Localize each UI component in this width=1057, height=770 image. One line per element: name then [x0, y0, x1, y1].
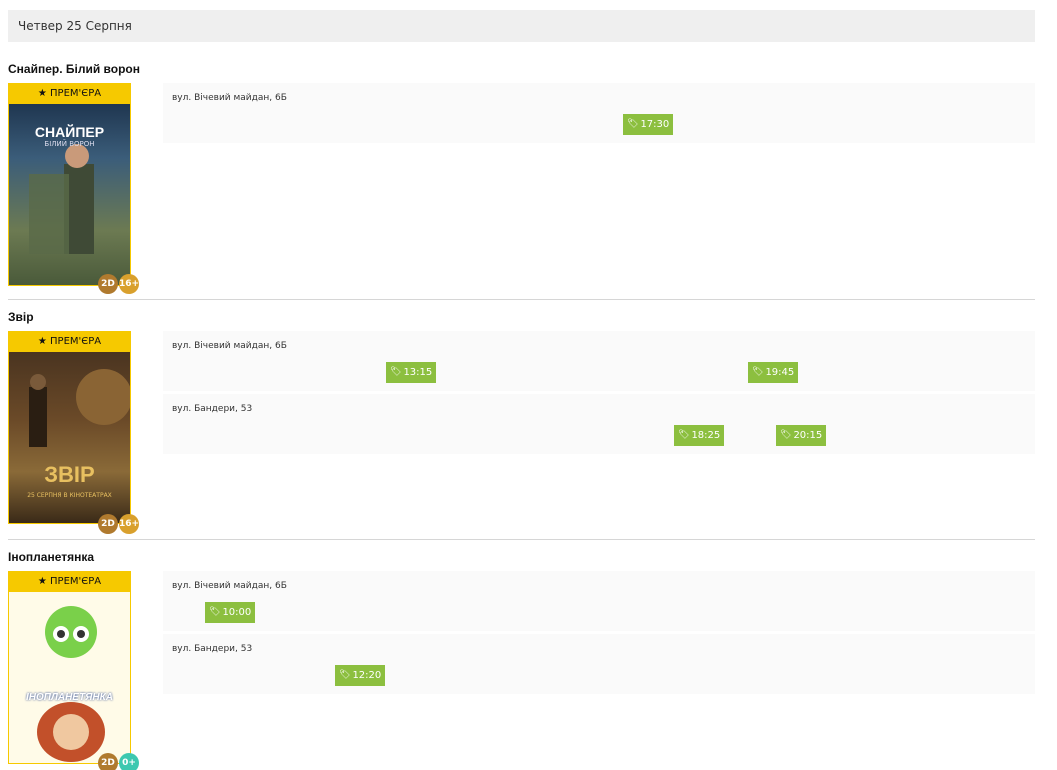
poster[interactable]: ★ ПРЕМ'ЄРА ЗВІР 25 СЕРПНЯ В КІНОТЕАТРАХ … — [8, 331, 139, 534]
poster-image[interactable]: СНАЙПЕР БІЛИЙ ВОРОН — [8, 104, 131, 286]
movie-title[interactable]: Інопланетянка — [8, 550, 94, 564]
showtime-button[interactable]: 🏷 20:15 — [776, 425, 827, 446]
ticket-icon: 🏷 — [390, 367, 402, 377]
movie-card: Інопланетянка ★ ПРЕМ'ЄРА ІНОПЛАНЕТЯНКА 2… — [8, 550, 1035, 770]
ticket-icon: 🏷 — [339, 670, 351, 680]
venues-list: вул. Вічевий майдан, 6Б 🏷 17:30 — [163, 83, 1035, 146]
format-badge: 2D — [98, 753, 118, 770]
poster-art — [37, 606, 105, 762]
poster-title: ІНОПЛАНЕТЯНКА — [26, 692, 113, 703]
ticket-icon: 🏷 — [678, 430, 690, 440]
movie-title[interactable]: Снайпер. Білий ворон — [8, 62, 140, 76]
venue-row: вул. Бандери, 53 🏷 12:20 — [163, 634, 1035, 694]
showtime-button[interactable]: 🏷 12:20 — [335, 665, 386, 686]
poster-image[interactable]: ЗВІР 25 СЕРПНЯ В КІНОТЕАТРАХ — [8, 352, 131, 524]
divider — [8, 299, 1035, 300]
movie-card: Снайпер. Білий ворон ★ ПРЕМ'ЄРА СНАЙПЕР … — [8, 62, 1035, 297]
age-badge: 0+ — [119, 753, 139, 770]
age-badge: 16+ — [119, 274, 139, 294]
showtime-button[interactable]: 🏷 10:00 — [205, 602, 256, 623]
date-header: Четвер 25 Серпня — [8, 10, 1035, 42]
premiere-label: ★ ПРЕМ'ЄРА — [8, 571, 131, 592]
venue-row: вул. Вічевий майдан, 6Б 🏷 10:00 — [163, 571, 1035, 631]
venues-list: вул. Вічевий майдан, 6Б 🏷 13:15 🏷 19:45 ву… — [163, 331, 1035, 457]
format-badge: 2D — [98, 274, 118, 294]
poster[interactable]: ★ ПРЕМ'ЄРА СНАЙПЕР БІЛИЙ ВОРОН 2D 16+ — [8, 83, 139, 294]
premiere-label: ★ ПРЕМ'ЄРА — [8, 331, 131, 352]
movie-card: Звір ★ ПРЕМ'ЄРА ЗВІР 25 СЕРПНЯ В КІНОТЕА… — [8, 310, 1035, 535]
ticket-icon: 🏷 — [752, 367, 764, 377]
format-badge: 2D — [98, 514, 118, 534]
ticket-icon: 🏷 — [209, 607, 221, 617]
ticket-icon: 🏷 — [780, 430, 792, 440]
ticket-icon: 🏷 — [627, 119, 639, 129]
poster-subtitle: 25 СЕРПНЯ В КІНОТЕАТРАХ — [27, 492, 112, 499]
venue-row: вул. Вічевий майдан, 6Б 🏷 13:15 🏷 19:45 — [163, 331, 1035, 391]
showtime-button[interactable]: 🏷 18:25 — [674, 425, 725, 446]
venue-row: вул. Вічевий майдан, 6Б 🏷 17:30 — [163, 83, 1035, 143]
movie-title[interactable]: Звір — [8, 310, 34, 324]
venue-name: вул. Вічевий майдан, 6Б — [172, 93, 287, 103]
poster-title: ЗВІР — [44, 462, 95, 487]
venue-row: вул. Бандери, 53 🏷 18:25 🏷 20:15 — [163, 394, 1035, 454]
venue-name: вул. Бандери, 53 — [172, 644, 253, 654]
showtime-button[interactable]: 🏷 13:15 — [386, 362, 437, 383]
venue-name: вул. Бандери, 53 — [172, 404, 253, 414]
poster-image[interactable]: ІНОПЛАНЕТЯНКА — [8, 592, 131, 764]
venue-name: вул. Вічевий майдан, 6Б — [172, 341, 287, 351]
venues-list: вул. Вічевий майдан, 6Б 🏷 10:00 вул. Банд… — [163, 571, 1035, 697]
venue-name: вул. Вічевий майдан, 6Б — [172, 581, 287, 591]
poster-title: СНАЙПЕР — [34, 124, 105, 140]
showtime-button[interactable]: 🏷 19:45 — [748, 362, 799, 383]
age-badge: 16+ — [119, 514, 139, 534]
showtime-button[interactable]: 🏷 17:30 — [623, 114, 674, 135]
divider — [8, 539, 1035, 540]
poster[interactable]: ★ ПРЕМ'ЄРА ІНОПЛАНЕТЯНКА 2D 0+ — [8, 571, 139, 770]
poster-subtitle: БІЛИЙ ВОРОН — [44, 140, 95, 148]
premiere-label: ★ ПРЕМ'ЄРА — [8, 83, 131, 104]
